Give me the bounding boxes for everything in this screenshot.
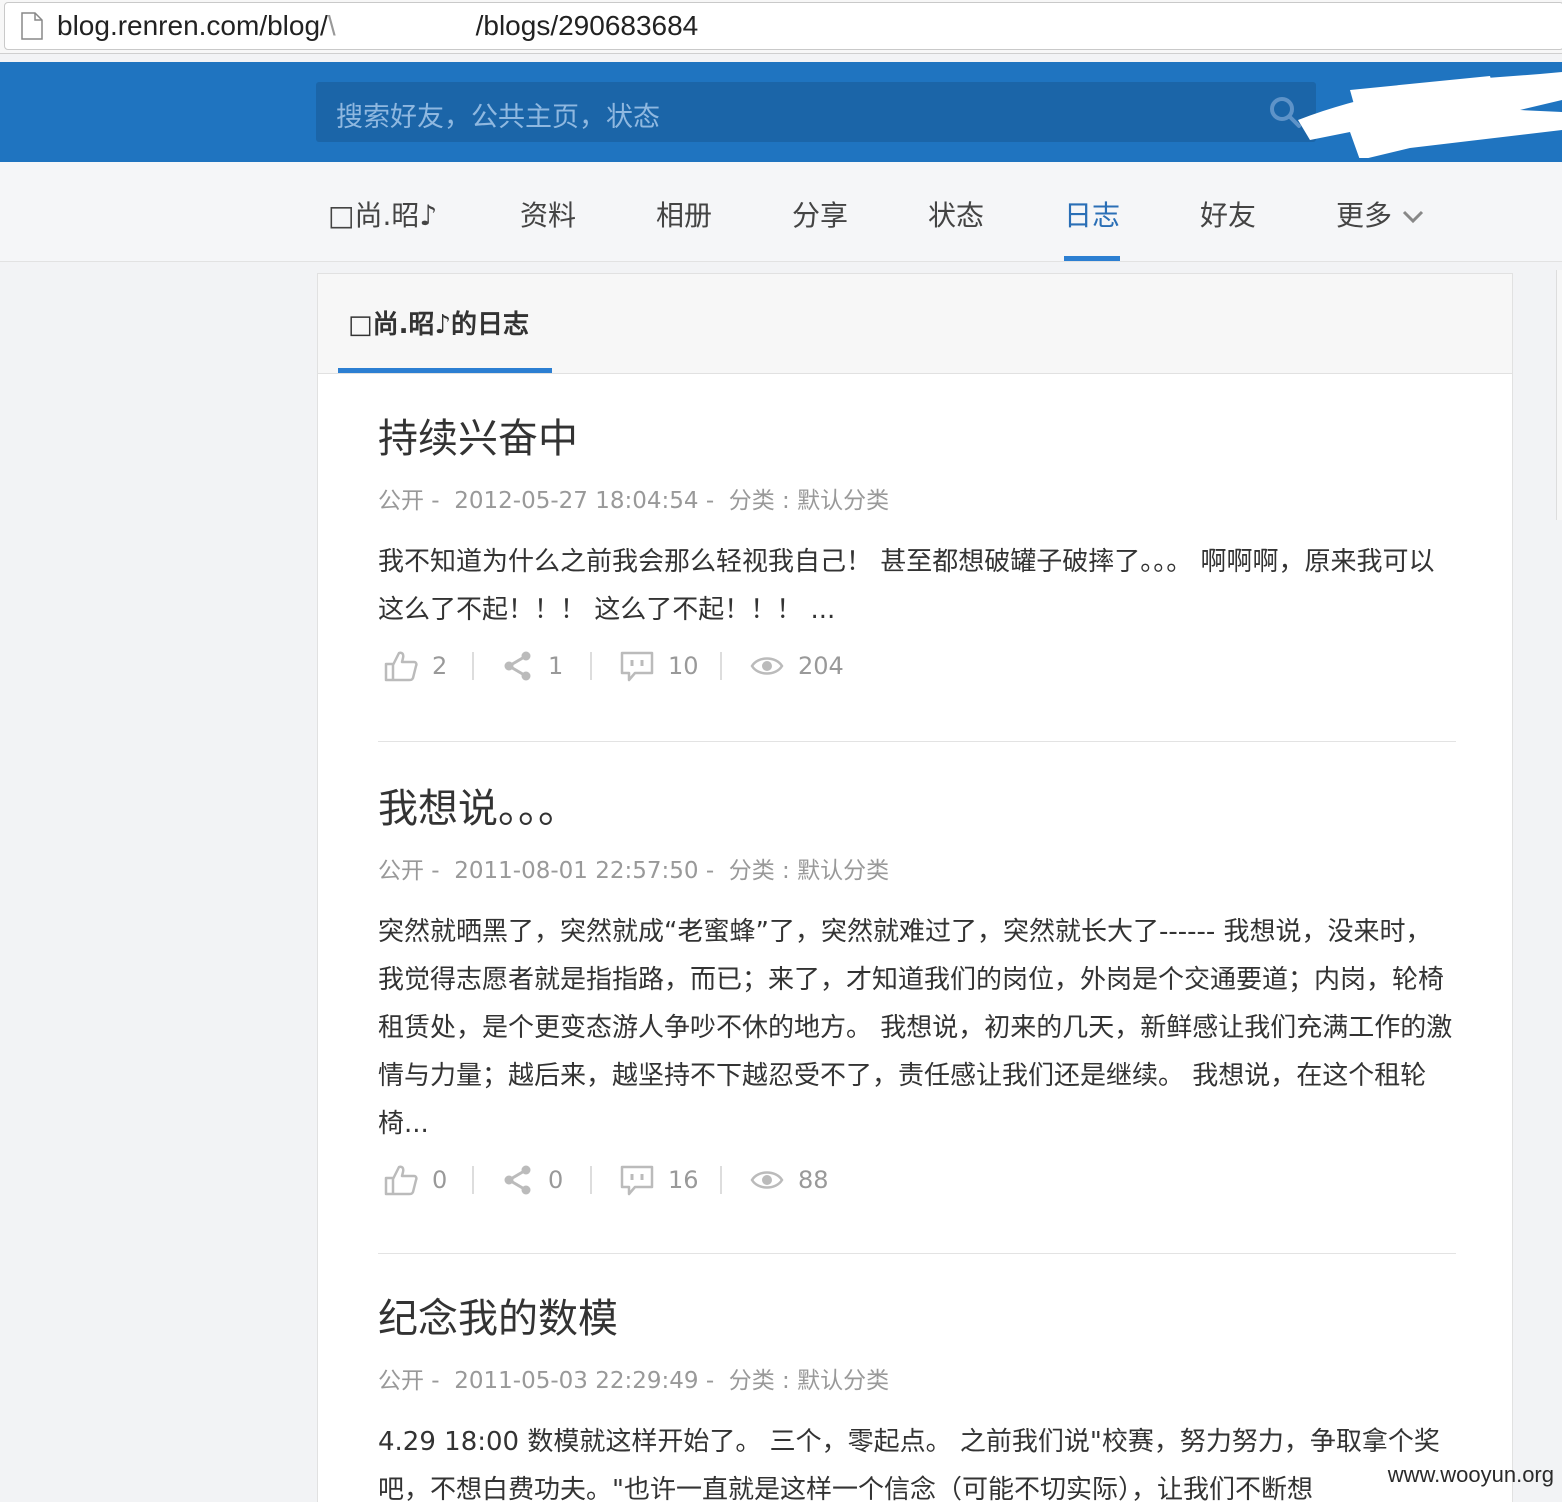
search-placeholder: 搜索好友，公共主页，状态	[336, 102, 660, 133]
entry-meta: 公开 - 2012-05-27 18:04:54 - 分类 : 默认分类	[378, 488, 890, 514]
share-button[interactable]: 1	[502, 646, 563, 686]
url-field[interactable]: blog.renren.com/blog/\/blogs/290683684	[4, 2, 1562, 50]
like-count: 2	[432, 652, 448, 680]
entry-title[interactable]: 我想说。。。	[378, 784, 1456, 834]
eye-icon	[750, 657, 784, 675]
thumbs-up-icon	[384, 651, 418, 682]
stat-separator	[472, 652, 474, 680]
entry-summary: 突然就晒黑了，突然就成“老蜜蜂”了，突然就难过了，突然就长大了------ 我想…	[378, 917, 1453, 1139]
active-tab-indicator	[1064, 256, 1120, 261]
redacted-scribble	[1298, 72, 1562, 158]
nav-tab-album[interactable]: 相册	[656, 194, 712, 234]
blog-list-card: □尚.昭♪的日志 持续兴奋中 公开 - 2012-05-27 18:04:54 …	[317, 273, 1513, 1502]
view-count: 204	[798, 652, 844, 680]
like-button[interactable]: 2	[384, 646, 447, 686]
entry-divider	[378, 1253, 1456, 1254]
nav-tab-info[interactable]: 资料	[520, 194, 576, 234]
stat-separator	[720, 1166, 722, 1194]
comment-button[interactable]: 10	[620, 646, 699, 686]
blog-tab-indicator	[338, 368, 552, 373]
url-text: blog.renren.com/blog/\/blogs/290683684	[57, 10, 699, 41]
watermark: www.wooyun.org	[1387, 1462, 1554, 1487]
nav-tab-more[interactable]: 更多	[1336, 194, 1424, 234]
comment-button[interactable]: 16	[620, 1160, 699, 1200]
profile-nav: □尚.昭♪ 资料 相册 分享 状态 日志 好友 更多	[0, 162, 1562, 262]
share-icon	[504, 1165, 531, 1195]
view-stat: 88	[750, 1160, 829, 1200]
share-icon	[504, 651, 531, 681]
stat-separator	[590, 1166, 592, 1194]
blog-entry: 持续兴奋中 公开 - 2012-05-27 18:04:54 - 分类 : 默认…	[378, 414, 1456, 686]
like-count: 0	[432, 1166, 448, 1194]
nav-tab-share[interactable]: 分享	[792, 194, 848, 234]
entry-meta: 公开 - 2011-08-01 22:57:50 - 分类 : 默认分类	[378, 858, 890, 884]
entry-divider	[378, 741, 1456, 742]
comment-icon	[620, 1165, 654, 1196]
blog-entry: 纪念我的数模 公开 - 2011-05-03 22:29:49 - 分类 : 默…	[378, 1294, 1456, 1502]
blog-list-title[interactable]: □尚.昭♪的日志	[348, 304, 529, 341]
page-icon	[21, 12, 43, 40]
comment-count: 16	[668, 1166, 699, 1194]
entry-title[interactable]: 纪念我的数模	[378, 1294, 1456, 1344]
nav-tab-status[interactable]: 状态	[928, 194, 984, 234]
share-count: 1	[548, 652, 564, 680]
comment-icon	[620, 651, 654, 682]
blog-entry: 我想说。。。 公开 - 2011-08-01 22:57:50 - 分类 : 默…	[378, 784, 1456, 1200]
top-bar: 搜索好友，公共主页，状态	[0, 62, 1562, 162]
stat-separator	[720, 652, 722, 680]
chevron-down-icon	[1402, 210, 1424, 224]
nav-tab-friends[interactable]: 好友	[1200, 194, 1256, 234]
thumbs-up-icon	[384, 1165, 418, 1196]
blog-list-header: □尚.昭♪的日志	[318, 274, 1512, 374]
share-button[interactable]: 0	[502, 1160, 563, 1200]
entry-summary: 4.29 18:00 数模就这样开始了。 三个，零起点。 之前我们说"校赛，努力…	[378, 1427, 1440, 1502]
view-stat: 204	[750, 646, 844, 686]
comment-count: 10	[668, 652, 699, 680]
entry-stats: 0 0 16 88	[378, 1160, 1456, 1200]
entry-summary: 我不知道为什么之前我会那么轻视我自己！ 甚至都想破罐子破摔了。。。 啊啊啊，原来…	[378, 547, 1435, 625]
view-count: 88	[798, 1166, 829, 1194]
entry-stats: 2 1 10 204	[378, 646, 1456, 686]
entry-meta: 公开 - 2011-05-03 22:29:49 - 分类 : 默认分类	[378, 1368, 890, 1394]
eye-icon	[750, 1171, 784, 1189]
like-button[interactable]: 0	[384, 1160, 447, 1200]
stat-separator	[472, 1166, 474, 1194]
search-input[interactable]: 搜索好友，公共主页，状态	[316, 82, 1316, 142]
nav-more-label: 更多	[1336, 199, 1393, 232]
nav-profile-name[interactable]: □尚.昭♪	[328, 194, 437, 234]
share-count: 0	[548, 1166, 564, 1194]
stat-separator	[590, 652, 592, 680]
entry-title[interactable]: 持续兴奋中	[378, 414, 1456, 464]
browser-address-bar: blog.renren.com/blog/\/blogs/290683684	[0, 0, 1562, 54]
nav-tab-blog[interactable]: 日志	[1064, 194, 1120, 234]
scrollbar[interactable]	[1556, 270, 1562, 520]
